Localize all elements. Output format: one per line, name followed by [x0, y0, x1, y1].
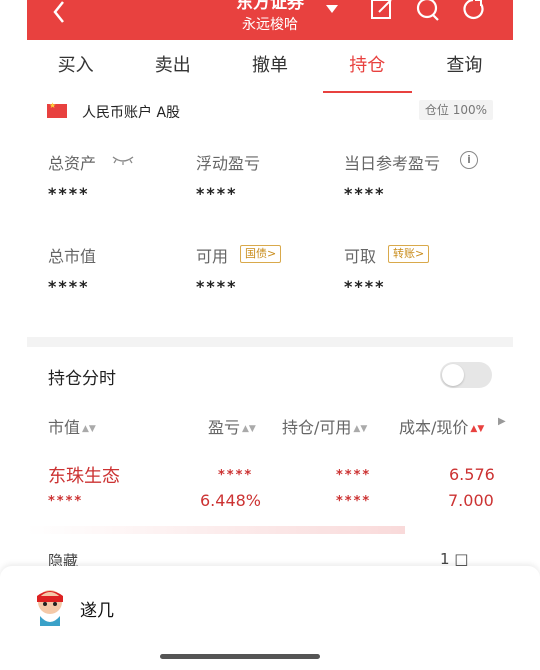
share-overlay: 遂几 [0, 566, 540, 670]
withdrawable-value: **** [344, 277, 386, 296]
withdrawable-label: 可取 [344, 247, 377, 266]
tab-query[interactable]: 查询 [416, 40, 513, 94]
stock-price: 7.000 [448, 491, 494, 510]
col-pnl-label: 盈亏 [208, 418, 241, 437]
refresh-icon[interactable] [461, 0, 487, 22]
sort-icon: ▲▼ [82, 424, 96, 434]
trade-tabs: 买入 卖出 撤单 持仓 查询 [27, 40, 513, 94]
available-value: **** [196, 277, 238, 296]
toggle-knob [442, 364, 464, 386]
total-assets-label: 总资产 [48, 154, 97, 173]
sort-icon: ▲▼ [353, 424, 368, 434]
search-icon[interactable] [415, 0, 441, 22]
col-market-value[interactable]: 市值 ▲▼ [48, 414, 96, 438]
user-name: 遂几 [80, 601, 114, 621]
col-position-label: 持仓/可用 [282, 418, 352, 437]
total-assets-value: **** [48, 184, 90, 203]
col-market-value-label: 市值 [48, 418, 81, 437]
col-position[interactable]: 持仓/可用 ▲▼ [282, 414, 367, 438]
tab-sell[interactable]: 卖出 [124, 40, 221, 94]
home-indicator[interactable] [160, 654, 320, 659]
app-screen: 东方证券 永远梭哈 买入 卖出 撤单 持仓 查询 人民币账户 A股 仓位 100… [0, 0, 540, 670]
scroll-right-icon[interactable]: ▶ [498, 416, 506, 427]
eye-closed-icon[interactable] [112, 154, 134, 166]
tab-holdings[interactable]: 持仓 [319, 40, 416, 94]
col-pnl[interactable]: 盈亏 ▲▼ [208, 414, 256, 438]
sort-icon: ▲▼ [242, 424, 256, 434]
stock-pnl-pct: 6.448% [200, 491, 262, 510]
col-cost-label: 成本/现价 [399, 418, 469, 437]
sort-active-icon: ▲▼ [470, 424, 485, 434]
stock-position: **** [336, 468, 372, 483]
row-highlight [27, 526, 405, 534]
stock-cost: 6.576 [449, 465, 495, 484]
col-cost[interactable]: 成本/现价 ▲▼ [399, 414, 484, 438]
account-row: 人民币账户 A股 仓位 100% [27, 94, 513, 138]
available-label: 可用 [196, 247, 229, 266]
intraday-holdings-label: 持仓分时 [48, 369, 116, 389]
float-pnl-label: 浮动盈亏 [196, 154, 261, 173]
edit-icon[interactable] [369, 0, 395, 22]
stock-available: **** [336, 494, 372, 509]
stock-name[interactable]: 东珠生态 [48, 462, 120, 488]
treasury-link[interactable]: 国债> [240, 245, 282, 263]
market-value-value: **** [48, 277, 90, 296]
header-bar: 东方证券 永远梭哈 [27, 0, 513, 40]
intraday-toggle[interactable] [440, 362, 492, 388]
section-divider [27, 337, 513, 347]
daily-pnl-label: 当日参考盈亏 [344, 154, 441, 173]
daily-pnl-value: **** [344, 184, 386, 203]
avatar [37, 590, 63, 626]
market-value-label: 总市值 [48, 247, 97, 266]
account-type: 人民币账户 A股 [82, 105, 181, 121]
tab-buy[interactable]: 买入 [27, 40, 124, 94]
transfer-link[interactable]: 转账> [388, 245, 430, 263]
float-pnl-value: **** [196, 184, 238, 203]
info-icon[interactable]: i [460, 151, 478, 169]
china-flag-icon [47, 101, 67, 118]
tab-cancel[interactable]: 撤单 [221, 40, 318, 94]
stock-market-value: **** [48, 494, 84, 509]
position-badge: 仓位 100% [418, 100, 493, 120]
stock-pnl: **** [218, 468, 254, 483]
